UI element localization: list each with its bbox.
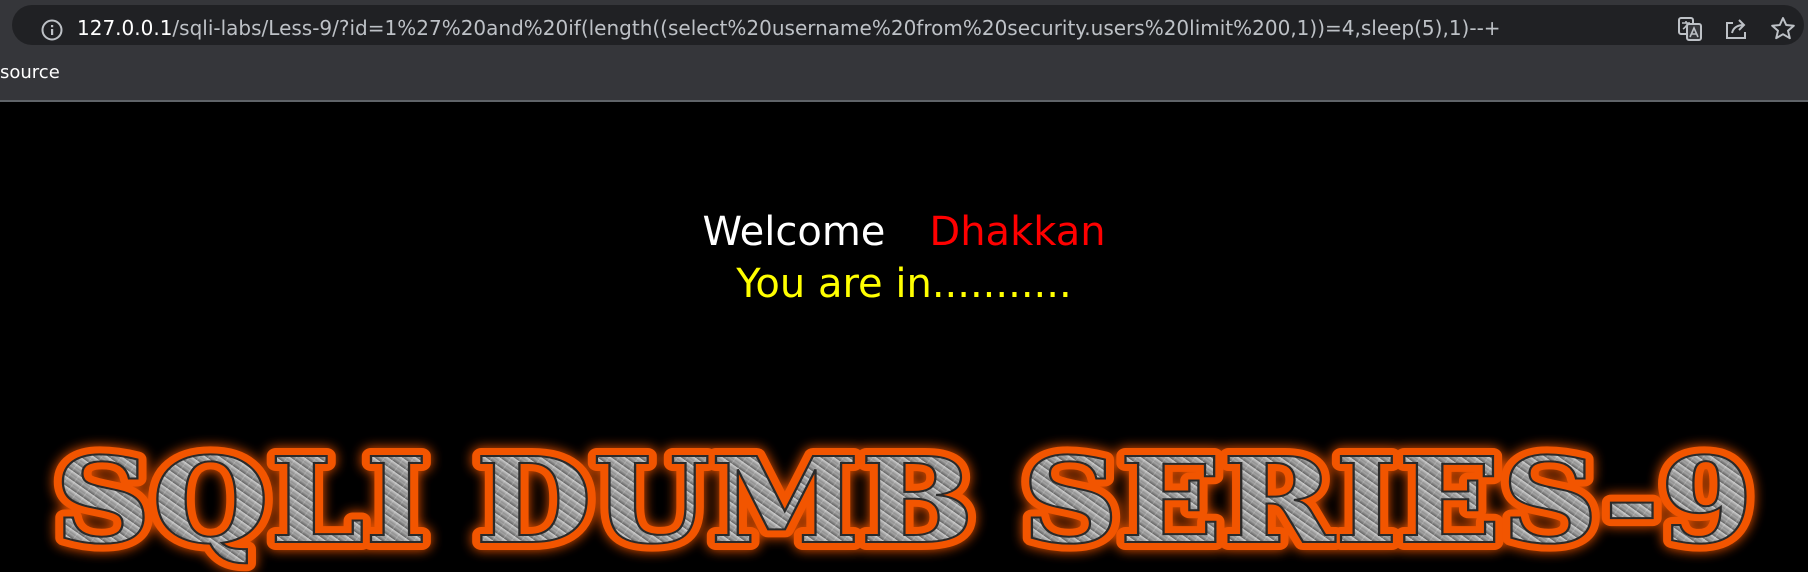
share-icon[interactable]: [1722, 15, 1750, 43]
url-path: /sqli-labs/Less-9/?id=1%27%20and%20if(le…: [172, 16, 1501, 40]
bookmark-star-icon[interactable]: [1769, 15, 1797, 43]
welcome-label: Welcome: [702, 209, 886, 255]
url-text[interactable]: 127.0.0.1/sqli-labs/Less-9/?id=1%27%20an…: [77, 13, 1501, 43]
welcome-line: Welcome Dhakkan: [0, 206, 1808, 258]
series-banner: SQLI DUMB SERIES-9 SQLI DUMB SERIES-9: [0, 420, 1808, 572]
login-status-message: You are in...........: [736, 261, 1072, 307]
username-label: Dhakkan: [929, 209, 1106, 255]
url-host: 127.0.0.1: [77, 16, 173, 40]
banner-metal-text: SQLI DUMB SERIES-9: [54, 431, 1754, 570]
address-bar[interactable]: 127.0.0.1/sqli-labs/Less-9/?id=1%27%20an…: [12, 5, 1804, 45]
page-content: Welcome Dhakkan You are in........... SQ…: [0, 102, 1808, 572]
info-icon[interactable]: [39, 17, 65, 43]
translate-icon[interactable]: [1676, 15, 1704, 43]
bookmark-source[interactable]: source: [0, 62, 60, 83]
series-banner-image: SQLI DUMB SERIES-9 SQLI DUMB SERIES-9: [46, 423, 1762, 572]
browser-chrome: 127.0.0.1/sqli-labs/Less-9/?id=1%27%20an…: [0, 0, 1808, 102]
